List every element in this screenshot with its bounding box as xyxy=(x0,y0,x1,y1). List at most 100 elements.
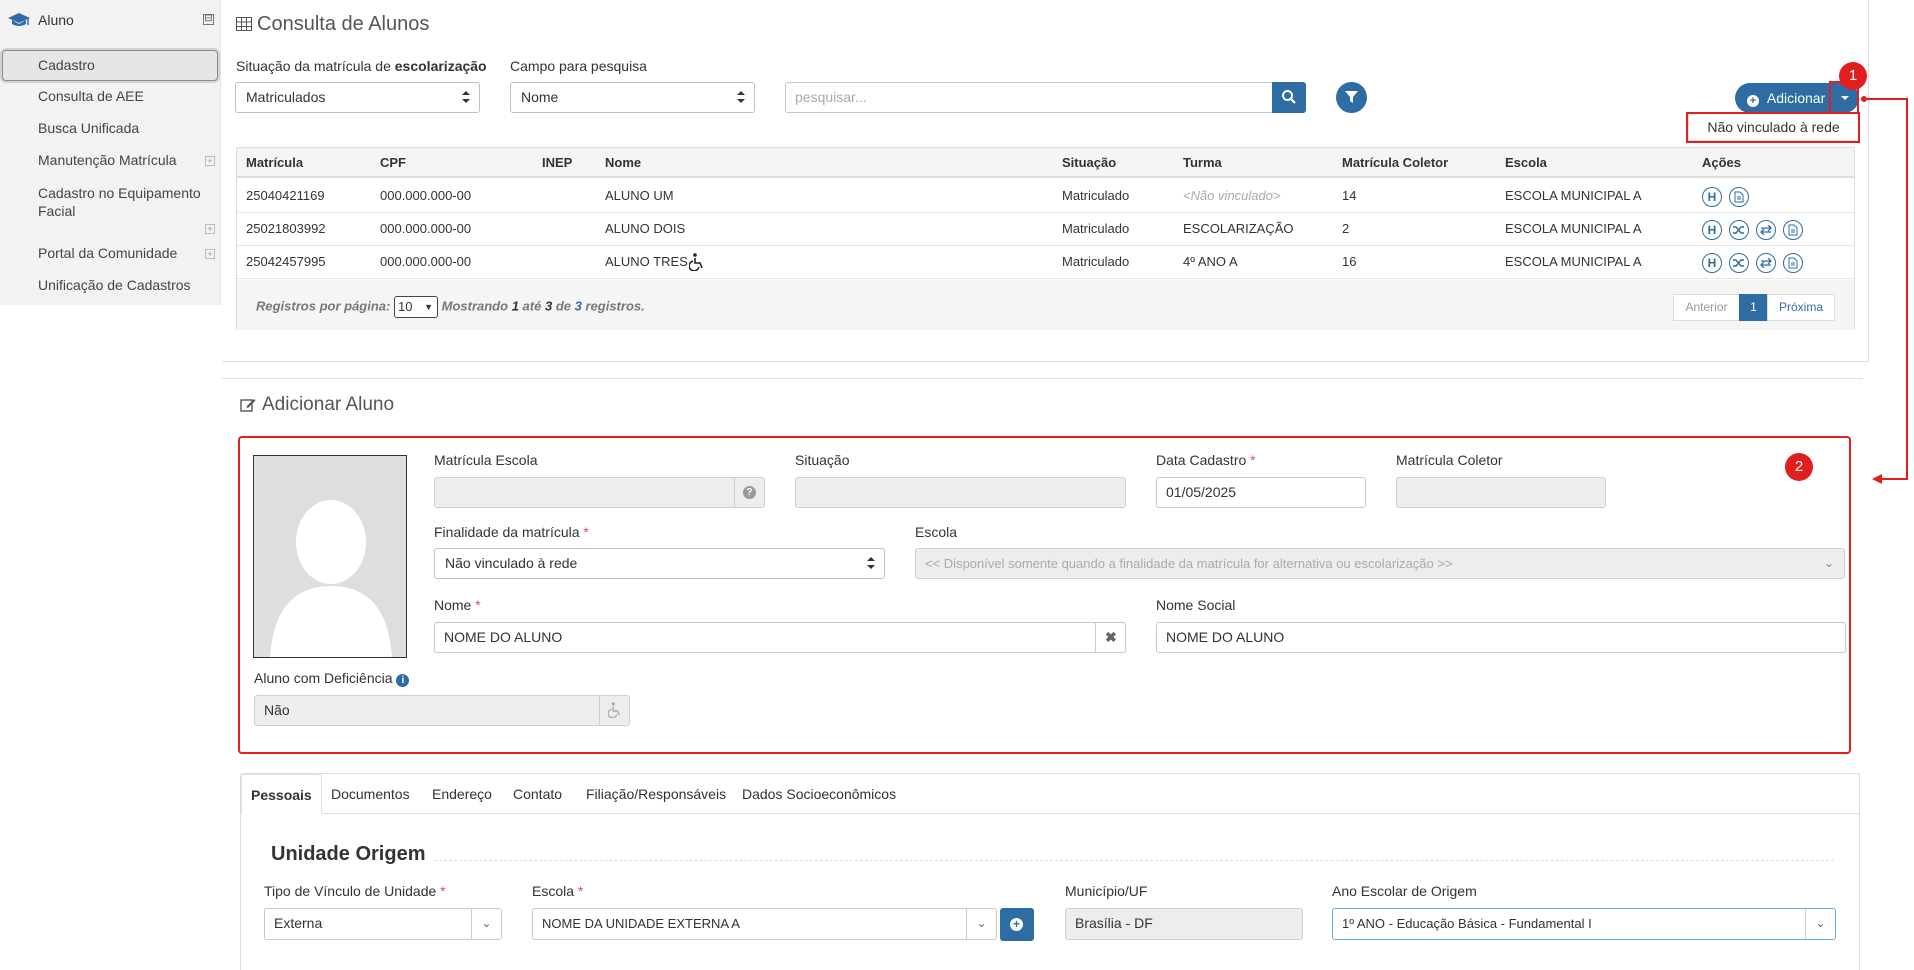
cell-escola: ESCOLA MUNICIPAL A xyxy=(1505,254,1642,269)
search-input[interactable]: pesquisar... xyxy=(785,82,1275,113)
per-page-value: 10 xyxy=(397,299,413,314)
nome-social-field[interactable]: NOME DO ALUNO xyxy=(1156,622,1846,653)
tab-filiacao[interactable]: Filiação/Responsáveis xyxy=(586,774,726,814)
cell-cpf: 000.000.000-00 xyxy=(380,221,472,236)
search-button[interactable] xyxy=(1272,82,1306,113)
cell-coletor: 16 xyxy=(1342,254,1357,269)
question-icon: ? xyxy=(743,486,756,499)
history-action-button[interactable]: H xyxy=(1702,253,1722,273)
section-divider xyxy=(222,378,1863,379)
col-matricula-coletor[interactable]: Matrícula Coletor xyxy=(1342,155,1448,170)
add-button[interactable]: + Adicionar xyxy=(1735,83,1830,113)
tipo-vinculo-select[interactable]: Externa ⌄ xyxy=(264,908,502,940)
tab-documentos[interactable]: Documentos xyxy=(331,774,410,814)
tab-pessoais[interactable]: Pessoais xyxy=(241,774,322,814)
exchange-icon xyxy=(1760,257,1772,269)
expand-icon[interactable]: + xyxy=(205,156,215,166)
graduation-cap-icon xyxy=(8,13,30,26)
campo-label: Campo para pesquisa xyxy=(510,58,647,74)
expand-icon[interactable]: + xyxy=(205,224,215,234)
table-footer: Registros por página: 10 ▼ Mostrando 1 at… xyxy=(237,280,1854,330)
col-turma[interactable]: Turma xyxy=(1183,155,1222,170)
sidebar-item-consulta-aee[interactable]: Consulta de AEE xyxy=(38,88,144,104)
situacao-select-value: Matriculados xyxy=(246,89,326,105)
per-page-select[interactable]: 10 ▼ xyxy=(393,296,438,318)
origem-escola-label-text: Escola xyxy=(532,883,575,899)
showing-to: 3 xyxy=(544,298,553,314)
escola-form-label: Escola xyxy=(915,524,958,540)
origem-escola-select[interactable]: NOME DA UNIDADE EXTERNA A ⌄ xyxy=(532,908,997,940)
transfer-action-button[interactable] xyxy=(1756,253,1776,273)
table-icon xyxy=(236,17,252,31)
chevron-down-icon: ⌄ xyxy=(1805,909,1835,939)
document-action-button[interactable] xyxy=(1783,220,1803,240)
matricula-escola-label: Matrícula Escola xyxy=(434,452,538,468)
nome-field[interactable]: NOME DO ALUNO ✖ xyxy=(434,622,1126,653)
table-row[interactable]: 25040421169 000.000.000-00 ALUNO UM Matr… xyxy=(237,180,1854,213)
cell-situacao: Matriculado xyxy=(1062,254,1130,269)
filter-button[interactable] xyxy=(1336,82,1367,113)
transfer-action-button[interactable] xyxy=(1756,220,1776,240)
table-row[interactable]: 25042457995 000.000.000-00 ALUNO TRES Ma… xyxy=(237,246,1854,279)
sort-caret-icon xyxy=(462,91,470,103)
campo-select[interactable]: Nome xyxy=(510,82,755,113)
pager-page-1[interactable]: 1 xyxy=(1739,294,1768,321)
filter-icon xyxy=(1345,91,1358,103)
history-action-button[interactable]: H xyxy=(1702,187,1722,207)
deficiencia-value: Não xyxy=(264,702,290,718)
history-action-button[interactable]: H xyxy=(1702,220,1722,240)
col-nome[interactable]: Nome xyxy=(605,155,641,170)
clear-button[interactable]: ✖ xyxy=(1095,623,1125,652)
shuffle-action-button[interactable] xyxy=(1729,220,1749,240)
fieldset-border xyxy=(264,860,1834,861)
add-escola-button[interactable]: + xyxy=(1000,908,1034,941)
sidebar-item-cadastro[interactable]: Cadastro xyxy=(2,50,218,81)
tab-contato[interactable]: Contato xyxy=(513,774,562,814)
col-inep[interactable]: INEP xyxy=(542,155,572,170)
document-action-button[interactable] xyxy=(1783,253,1803,273)
sidebar-item-portal-comunidade[interactable]: Portal da Comunidade xyxy=(38,245,177,261)
cell-cpf: 000.000.000-00 xyxy=(380,188,472,203)
required-mark: * xyxy=(583,524,589,540)
tipo-vinculo-value: Externa xyxy=(274,915,323,931)
finalidade-select[interactable]: Não vinculado à rede xyxy=(434,548,885,579)
sidebar-item-cadastro-equipamento-line2[interactable]: Facial xyxy=(38,203,75,219)
edit-icon xyxy=(240,399,256,412)
data-cadastro-field[interactable]: 01/05/2025 xyxy=(1156,477,1366,508)
chevron-down-icon: ▼ xyxy=(424,302,433,312)
student-photo[interactable] xyxy=(253,455,407,658)
sort-caret-icon xyxy=(867,557,875,569)
sidebar-item-cadastro-equipamento[interactable]: Cadastro no Equipamento xyxy=(38,185,201,201)
situacao-form-label: Situação xyxy=(795,452,850,468)
shuffle-action-button[interactable] xyxy=(1729,253,1749,273)
situacao-field xyxy=(795,477,1126,508)
col-cpf[interactable]: CPF xyxy=(380,155,406,170)
required-mark: * xyxy=(475,597,481,613)
pager-prev[interactable]: Anterior xyxy=(1673,294,1740,321)
help-button[interactable]: ? xyxy=(734,478,764,507)
sidebar-item-manutencao-matricula[interactable]: Manutenção Matrícula xyxy=(38,152,177,168)
per-page-label: Registros por página: xyxy=(256,298,391,314)
sidebar-header[interactable]: Aluno ⊟ xyxy=(0,0,221,40)
table-row[interactable]: 25021803992 000.000.000-00 ALUNO DOIS Ma… xyxy=(237,213,1854,246)
pager-next[interactable]: Próxima xyxy=(1767,294,1835,321)
tab-dados-socioeconomicos[interactable]: Dados Socioeconômicos xyxy=(742,774,896,814)
ano-escolar-select[interactable]: 1º ANO - Educação Básica - Fundamental I… xyxy=(1332,908,1836,940)
sort-caret-icon xyxy=(737,91,745,103)
expand-icon[interactable]: + xyxy=(205,249,215,259)
add-button-label: Adicionar xyxy=(1766,90,1826,106)
cell-situacao: Matriculado xyxy=(1062,221,1130,236)
collapse-icon[interactable]: ⊟ xyxy=(203,14,214,25)
ano-escolar-label: Ano Escolar de Origem xyxy=(1332,883,1477,899)
situacao-select[interactable]: Matriculados xyxy=(235,82,480,113)
document-action-button[interactable] xyxy=(1729,187,1749,207)
tabs-container: Pessoais Documentos Endereço Contato Fil… xyxy=(240,773,1860,970)
tab-endereco[interactable]: Endereço xyxy=(432,774,492,814)
sidebar-item-unificacao-cadastros[interactable]: Unificação de Cadastros xyxy=(38,277,191,293)
sidebar-item-busca-unificada[interactable]: Busca Unificada xyxy=(38,120,139,136)
col-matricula[interactable]: Matrícula xyxy=(246,155,303,170)
col-situacao[interactable]: Situação xyxy=(1062,155,1116,170)
col-escola[interactable]: Escola xyxy=(1505,155,1547,170)
deficiencia-button[interactable] xyxy=(599,696,629,725)
info-icon[interactable]: i xyxy=(396,674,410,687)
